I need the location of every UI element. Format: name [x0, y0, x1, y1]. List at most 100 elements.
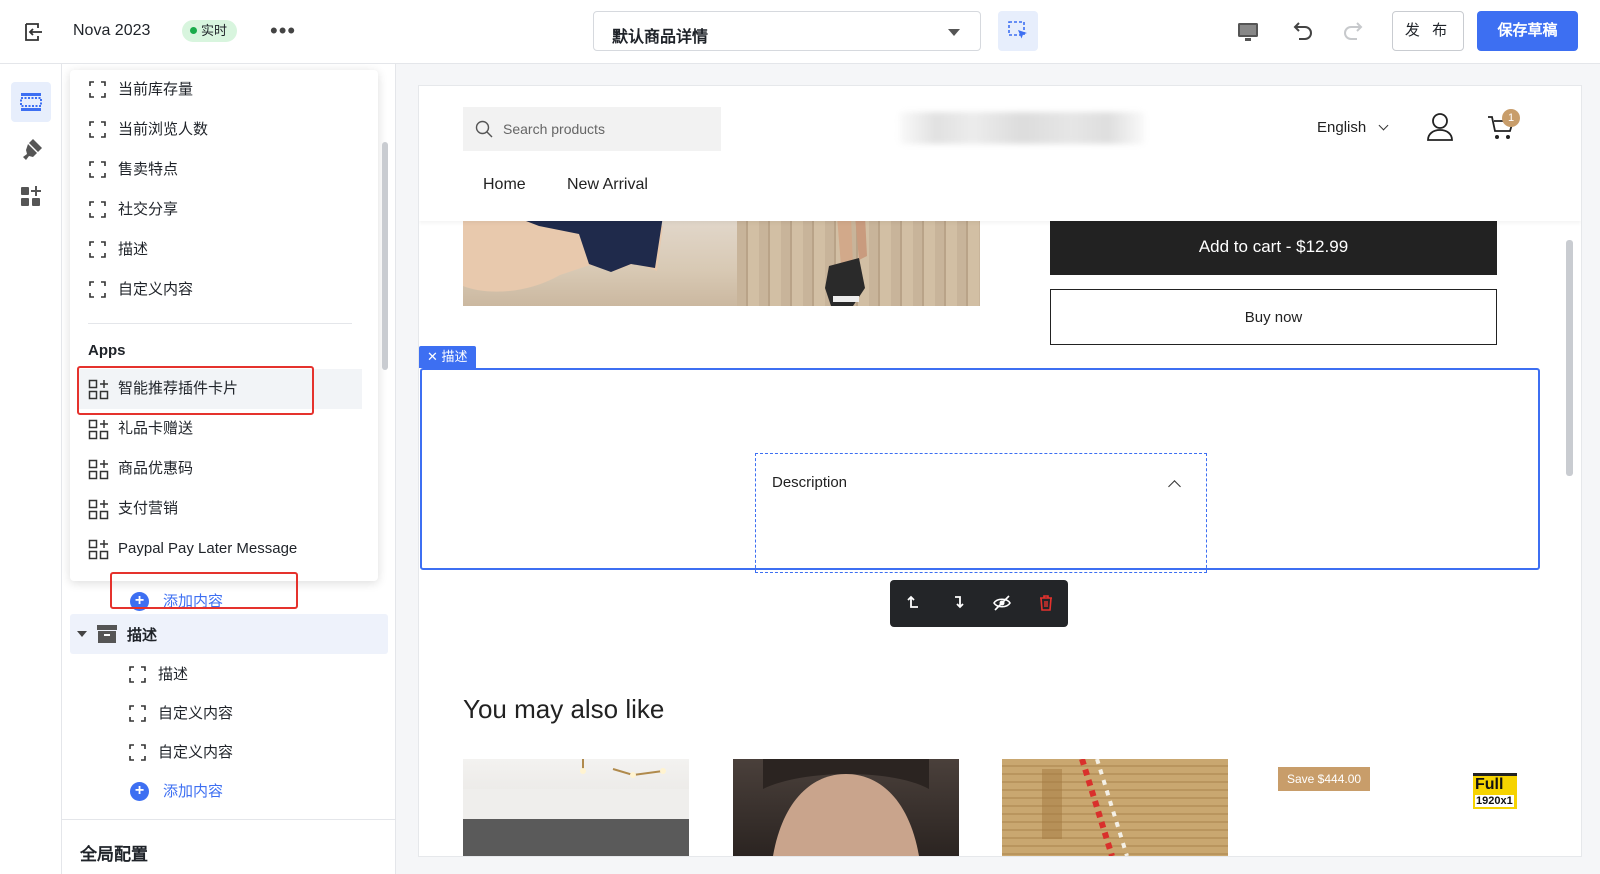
undo-icon[interactable]: [1287, 18, 1315, 46]
save-amount-badge: Save $444.00: [1278, 767, 1371, 791]
section-group-label: 描述: [127, 627, 158, 644]
highlight-box-add-content: [110, 572, 298, 609]
shorts-photo: [463, 216, 663, 292]
live-dot-icon: [190, 27, 197, 34]
block-frame-icon: [129, 666, 146, 683]
live-badge-label: 实时: [201, 23, 228, 38]
nav-home[interactable]: Home: [483, 176, 526, 194]
global-config-button[interactable]: 全局配置: [62, 819, 395, 874]
selected-section-tag[interactable]: ✕ 描述: [419, 346, 476, 368]
block-option-label: 当前库存量: [118, 81, 194, 98]
recommended-product-image[interactable]: [463, 759, 689, 856]
block-option-label: 自定义内容: [118, 281, 194, 298]
page-template-label: 默认商品详情: [612, 29, 709, 46]
shoes-photo: [825, 216, 867, 306]
app-option-label: Paypal Pay Later Message: [118, 540, 298, 557]
chevron-up-icon[interactable]: [1168, 480, 1181, 493]
select-area-icon: [1008, 21, 1027, 39]
add-content-label: 添加内容: [163, 783, 224, 800]
block-frame-icon: [89, 201, 106, 218]
recommended-product-image[interactable]: [1002, 759, 1228, 856]
preview-scrollbar[interactable]: [1566, 240, 1573, 476]
rail-theme-button[interactable]: [11, 130, 51, 170]
description-title: Description: [772, 474, 848, 491]
store-logo-blurred[interactable]: [899, 112, 1145, 144]
exit-icon[interactable]: [22, 21, 44, 43]
left-rail: [0, 64, 62, 874]
tree-block-label: 描述: [158, 666, 189, 683]
highlight-box-smart-recommend: [77, 366, 314, 415]
selected-section-label: 描述: [441, 349, 468, 364]
block-frame-icon: [89, 161, 106, 178]
portrait-photo: [763, 759, 929, 856]
nav-new-arrival[interactable]: New Arrival: [567, 176, 648, 194]
block-frame-icon: [89, 81, 106, 98]
block-frame-icon: [129, 705, 146, 722]
search-placeholder: Search products: [503, 121, 605, 137]
rail-apps-button[interactable]: [11, 177, 51, 217]
add-to-cart-button[interactable]: Add to cart - $12.99: [1050, 219, 1497, 275]
app-option-label: 商品优惠码: [118, 460, 194, 477]
publish-button[interactable]: 发 布: [1392, 11, 1464, 51]
sections-icon: [20, 93, 42, 111]
move-down-icon[interactable]: [948, 593, 968, 613]
move-up-icon[interactable]: [904, 593, 924, 613]
full-hd-badge: Full 1920x1: [1473, 773, 1517, 809]
search-icon: [475, 120, 493, 138]
language-label: English: [1317, 119, 1367, 136]
block-frame-icon: [129, 744, 146, 761]
block-option-label: 描述: [118, 241, 149, 258]
block-frame-icon: [89, 281, 106, 298]
cart-count-badge: 1: [1502, 109, 1520, 127]
product-image-shoes[interactable]: [737, 216, 980, 306]
collapse-triangle-icon[interactable]: [77, 631, 87, 637]
block-frame-icon: [89, 241, 106, 258]
block-option-label: 售卖特点: [118, 161, 179, 178]
global-config-label: 全局配置: [80, 845, 148, 864]
popover-scrollbar[interactable]: [382, 142, 388, 370]
save-draft-button[interactable]: 保存草稿: [1477, 11, 1578, 51]
interior-photo: [463, 759, 689, 856]
rail-sections-button[interactable]: [11, 82, 51, 122]
add-block-popover: 当前库存量 当前浏览人数 售卖特点 社交分享 描述 自定义内容 Apps 智能推…: [70, 70, 388, 581]
resolution-badge-text: 1920x1: [1475, 795, 1514, 807]
app-option-label: 支付营销: [118, 500, 179, 517]
recommendations-title: You may also like: [463, 694, 665, 724]
app-option-label: 礼品卡赠送: [118, 420, 194, 437]
app-block-icon: [88, 419, 109, 440]
redo-icon[interactable]: [1341, 18, 1369, 46]
block-floating-toolbar: [890, 580, 1068, 627]
apps-section-title: Apps: [88, 342, 126, 359]
language-selector[interactable]: English: [1317, 119, 1389, 136]
product-image-shorts[interactable]: [463, 216, 737, 306]
sidebar-panel: 当前库存量 当前浏览人数 售卖特点 社交分享 描述 自定义内容 Apps 智能推…: [62, 64, 396, 874]
plus-circle-icon: +: [130, 782, 149, 801]
chevron-down-icon: [1378, 120, 1389, 131]
close-icon[interactable]: ✕: [427, 349, 442, 364]
page-template-select[interactable]: 默认商品详情: [593, 11, 981, 51]
buy-now-button[interactable]: Buy now: [1050, 289, 1497, 345]
app-name: Nova 2023: [73, 22, 151, 39]
delete-icon[interactable]: [1036, 593, 1056, 613]
live-status-badge: 实时: [182, 20, 238, 42]
app-block-icon: [88, 539, 109, 560]
store-preview: Search products English 1 Home New Arriv…: [419, 86, 1581, 856]
desktop-icon[interactable]: [1234, 18, 1262, 46]
store-search-input[interactable]: Search products: [463, 107, 721, 151]
user-account-icon[interactable]: [1426, 112, 1454, 142]
description-block[interactable]: Description: [755, 453, 1207, 573]
caret-down-icon: [948, 29, 960, 36]
recommended-product-image[interactable]: [733, 759, 959, 856]
block-frame-icon: [89, 121, 106, 138]
block-option-label: 社交分享: [118, 201, 179, 218]
hide-icon[interactable]: [992, 593, 1012, 613]
store-header: Search products English 1 Home New Arriv…: [419, 86, 1581, 221]
tree-block-label: 自定义内容: [158, 705, 234, 722]
popover-divider: [88, 323, 352, 324]
more-options-button[interactable]: •••: [270, 18, 296, 44]
apps-icon: [21, 186, 41, 206]
app-block-icon: [88, 499, 109, 520]
section-description-group[interactable]: 描述: [70, 614, 388, 654]
select-area-button[interactable]: [998, 11, 1038, 51]
block-option-label: 当前浏览人数: [118, 121, 209, 138]
